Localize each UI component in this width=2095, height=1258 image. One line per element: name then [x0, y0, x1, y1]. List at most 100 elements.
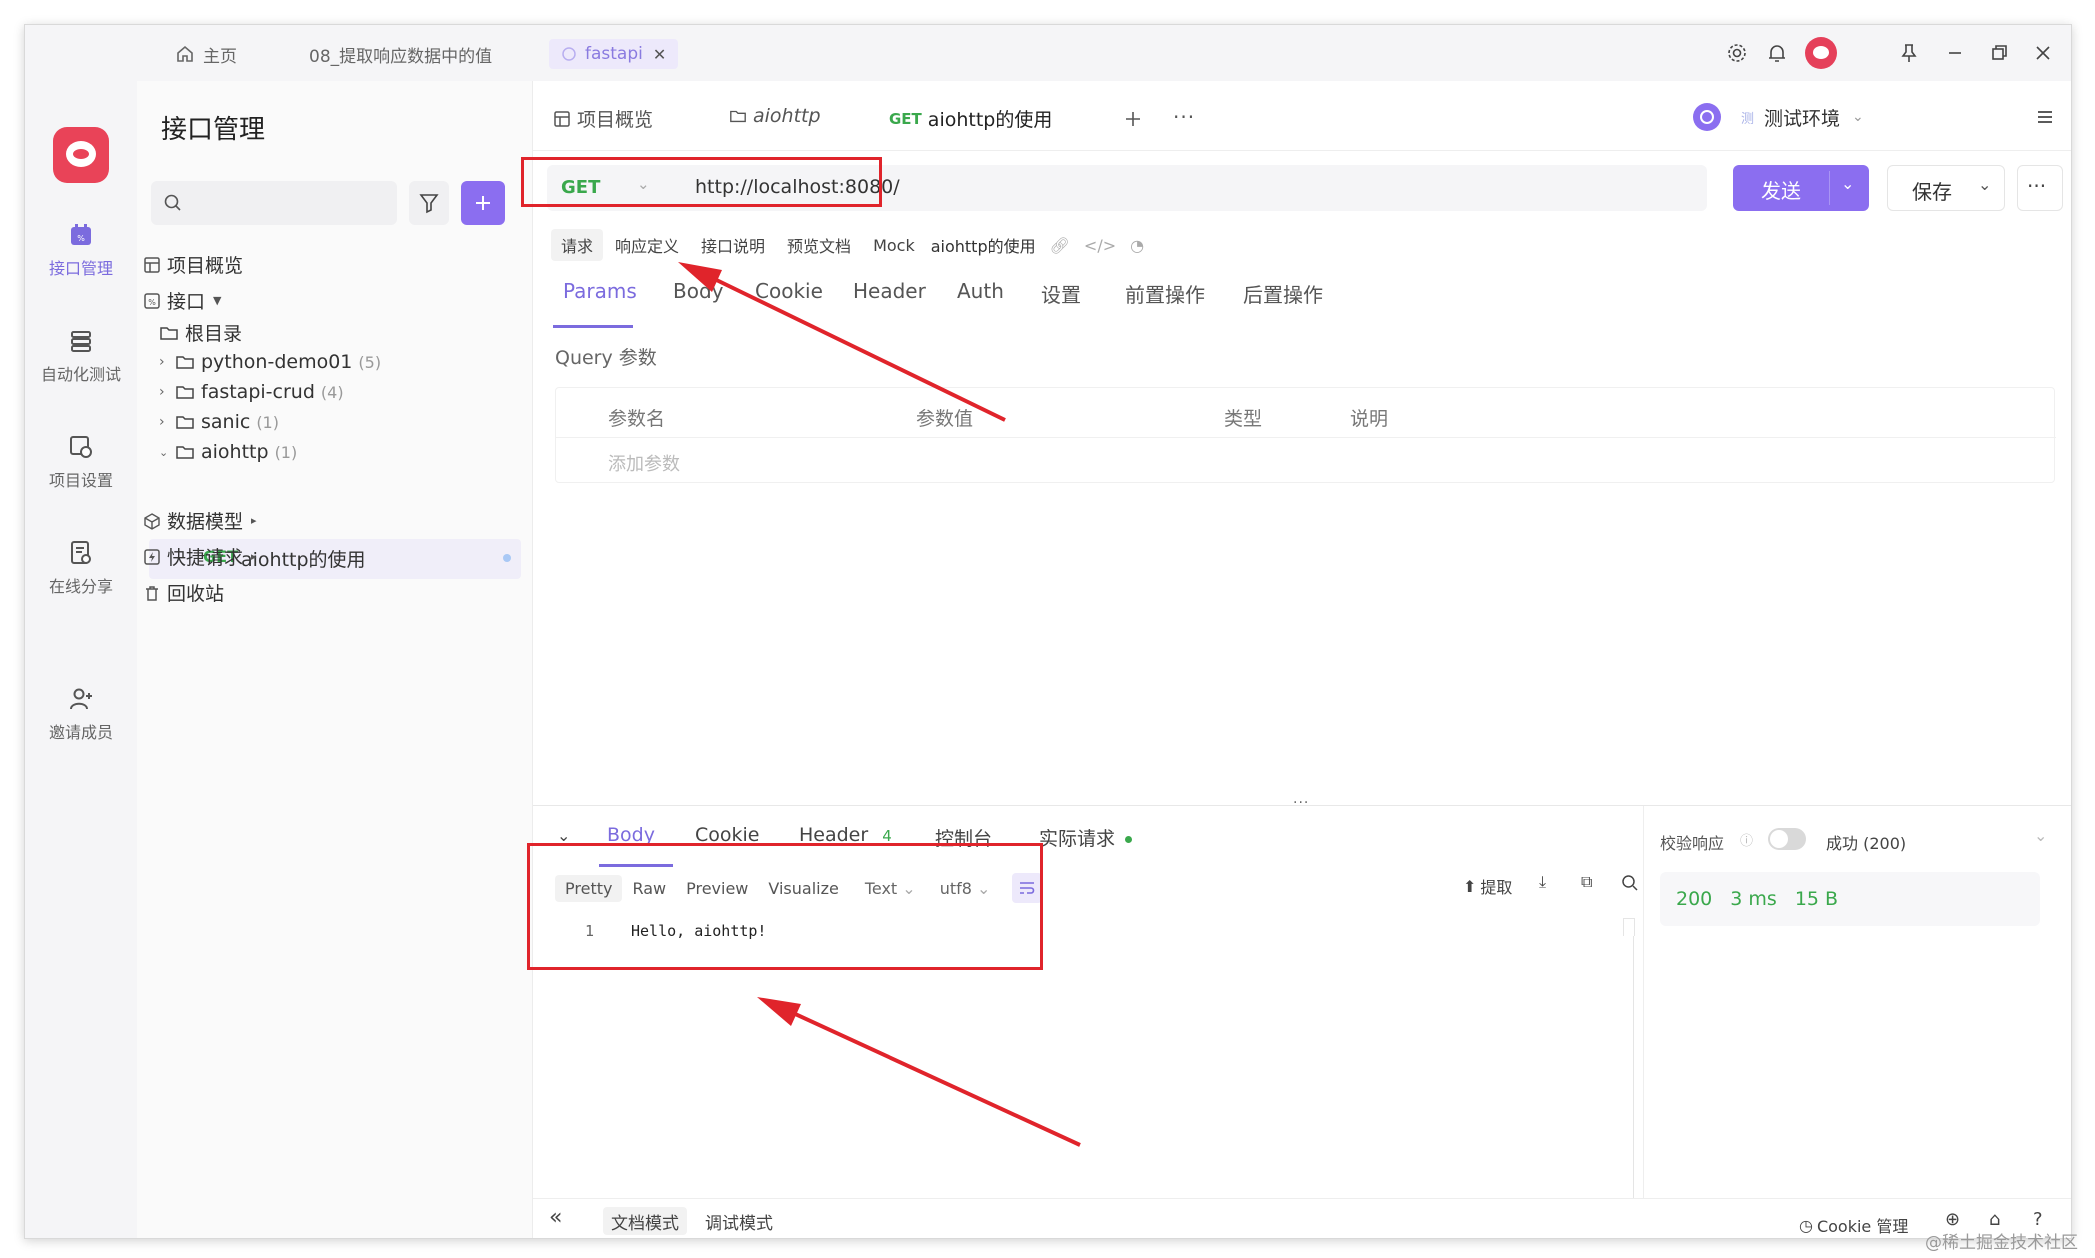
project-icon: [562, 47, 576, 61]
folder-count: (1): [256, 412, 279, 432]
tree-folder-python-demo01[interactable]: › python-demo01 (5): [159, 351, 381, 373]
gear-icon[interactable]: [1725, 41, 1749, 65]
new-tab-icon[interactable]: [1123, 109, 1143, 129]
tab-header[interactable]: Header: [853, 279, 926, 303]
debug-mode-button[interactable]: 调试模式: [697, 1207, 781, 1235]
chevron-down-icon[interactable]: ⌄: [1841, 174, 1854, 193]
tab-aiohttp-folder[interactable]: aiohttp: [729, 105, 821, 127]
copy-icon[interactable]: ⧉: [1581, 872, 1592, 892]
tab-home[interactable]: 主页: [175, 39, 237, 69]
folder-count: (5): [358, 352, 382, 372]
tab-settings[interactable]: 设置: [1041, 279, 1081, 308]
folder-icon: [176, 356, 194, 369]
tree-folder-fastapi-crud[interactable]: › fastapi-crud (4): [159, 381, 344, 403]
sync-icon[interactable]: [1693, 103, 1721, 131]
env-icon: 测: [1741, 111, 1755, 127]
tree-item-overview[interactable]: 项目概览: [143, 251, 243, 278]
restore-icon[interactable]: [1987, 41, 2011, 65]
title-bar: 主页 08_提取响应数据中的值 fastapi ✕: [25, 25, 2071, 81]
link-icon[interactable]: 🔗︎: [1050, 236, 1070, 255]
doc-mode-button[interactable]: 文档模式: [603, 1207, 687, 1235]
folder-name: python-demo01: [201, 351, 353, 373]
rail-item-invite-member-label: 邀请成员: [48, 723, 113, 742]
tree-item-root[interactable]: 根目录: [159, 319, 242, 346]
filter-icon: [419, 194, 439, 214]
tree-item-root-label: 根目录: [185, 323, 243, 345]
validate-label: 校验响应: [1660, 834, 1725, 853]
minimize-icon[interactable]: [1943, 41, 1967, 65]
code-icon[interactable]: </>: [1084, 236, 1116, 255]
tab-extract-values[interactable]: 08_提取响应数据中的值: [309, 39, 492, 69]
rail-item-automation[interactable]: 自动化测试: [25, 327, 137, 385]
tab-fastapi[interactable]: fastapi ✕: [549, 39, 679, 69]
folder-icon: [730, 110, 746, 123]
subtab-request[interactable]: 请求: [551, 229, 604, 261]
validation-result: 成功 (200): [1826, 834, 1907, 853]
menu-icon[interactable]: [2035, 107, 2055, 127]
resp-tab-actual-request[interactable]: 实际请求: [1039, 824, 1133, 851]
tree-item-label: aiohttp的使用: [241, 549, 366, 571]
folder-icon: [176, 386, 194, 399]
cookie-management-button[interactable]: ◷ Cookie 管理: [1799, 1213, 1908, 1237]
close-icon[interactable]: ✕: [653, 45, 666, 64]
method-badge: GET: [889, 109, 922, 128]
chevron-right-icon: ›: [159, 384, 165, 400]
subtab-preview-doc[interactable]: 预览文档: [777, 229, 861, 261]
subtab-api-description[interactable]: 接口说明: [691, 229, 775, 261]
send-button[interactable]: 发送 ⌄: [1733, 165, 1869, 211]
rail-item-invite-member[interactable]: 邀请成员: [25, 685, 137, 743]
extract-button[interactable]: ⬆︎ 提取: [1463, 874, 1512, 898]
subtab-mock[interactable]: Mock: [863, 232, 925, 259]
collapse-sidebar-icon[interactable]: «: [549, 1205, 562, 1230]
more-options-button[interactable]: ···: [2017, 165, 2063, 211]
filter-button[interactable]: [409, 181, 449, 225]
tab-params[interactable]: Params: [563, 279, 637, 303]
subtab-response-definition[interactable]: 响应定义: [605, 229, 689, 261]
status-summary: 200 3 ms 15 B: [1660, 872, 2040, 926]
upload-icon[interactable]: ⊕: [1945, 1209, 1960, 1230]
environment-select[interactable]: 测 测试环境 ⌄: [1733, 99, 1879, 135]
tree-item-api[interactable]: % 接口 ▼: [143, 287, 221, 314]
tab-auth[interactable]: Auth: [957, 279, 1004, 303]
avatar[interactable]: [1805, 37, 1837, 69]
history-icon[interactable]: ◔: [1130, 236, 1144, 255]
tree-item-quick-request[interactable]: 快捷请求 ▸: [143, 543, 257, 570]
request-subtabs: 请求 响应定义 接口说明 预览文档 Mock aiohttp的使用 🔗︎ </>…: [551, 229, 1144, 261]
rail-item-api-management[interactable]: % 接口管理: [25, 221, 137, 279]
tree-folder-aiohttp[interactable]: ⌄ aiohttp (1): [159, 441, 297, 463]
add-param-input[interactable]: 添加参数: [608, 450, 680, 476]
tab-post-actions[interactable]: 后置操作: [1243, 279, 1323, 308]
tab-aiohttp-usage[interactable]: GET aiohttp的使用: [889, 105, 1052, 132]
help-icon[interactable]: ?: [2033, 1209, 2043, 1230]
tree-folder-sanic[interactable]: › sanic (1): [159, 411, 279, 433]
cookie-icon: ◷: [1799, 1215, 1813, 1235]
add-button[interactable]: [461, 181, 505, 225]
tab-cookie[interactable]: Cookie: [755, 279, 823, 303]
tab-pre-actions[interactable]: 前置操作: [1125, 279, 1205, 308]
pin-icon[interactable]: [1897, 41, 1921, 65]
resp-tab-actual-label: 实际请求: [1039, 828, 1116, 850]
close-window-icon[interactable]: [2031, 41, 2055, 65]
shirt-icon[interactable]: ⌂: [1989, 1209, 2000, 1230]
tree-item-recycle[interactable]: 回收站: [143, 579, 224, 606]
tab-project-overview[interactable]: 项目概览: [553, 105, 653, 132]
rail-item-online-share[interactable]: 在线分享: [25, 539, 137, 597]
rail-item-project-settings[interactable]: 项目设置: [25, 433, 137, 491]
plus-icon: [476, 196, 490, 210]
tab-body[interactable]: Body: [673, 279, 724, 303]
save-button[interactable]: 保存 ⌄: [1887, 165, 2005, 211]
tree-item-data-model[interactable]: 数据模型 ▸: [143, 507, 257, 534]
unsaved-dot: [503, 554, 511, 562]
chevron-down-icon[interactable]: ⌄: [1978, 175, 1991, 194]
search-icon[interactable]: [1621, 874, 1639, 892]
search-input[interactable]: [151, 181, 397, 225]
column-header: 参数名: [608, 408, 666, 430]
overview-icon: [144, 256, 160, 273]
more-tabs-icon[interactable]: ···: [1173, 105, 1195, 129]
search-icon: [164, 194, 181, 211]
download-icon[interactable]: ⤓: [1539, 872, 1546, 892]
bell-icon[interactable]: [1765, 41, 1789, 65]
chevron-down-icon[interactable]: ⌄: [2034, 826, 2047, 845]
validate-toggle[interactable]: [1768, 828, 1806, 850]
help-icon: ⓘ: [1740, 834, 1754, 849]
